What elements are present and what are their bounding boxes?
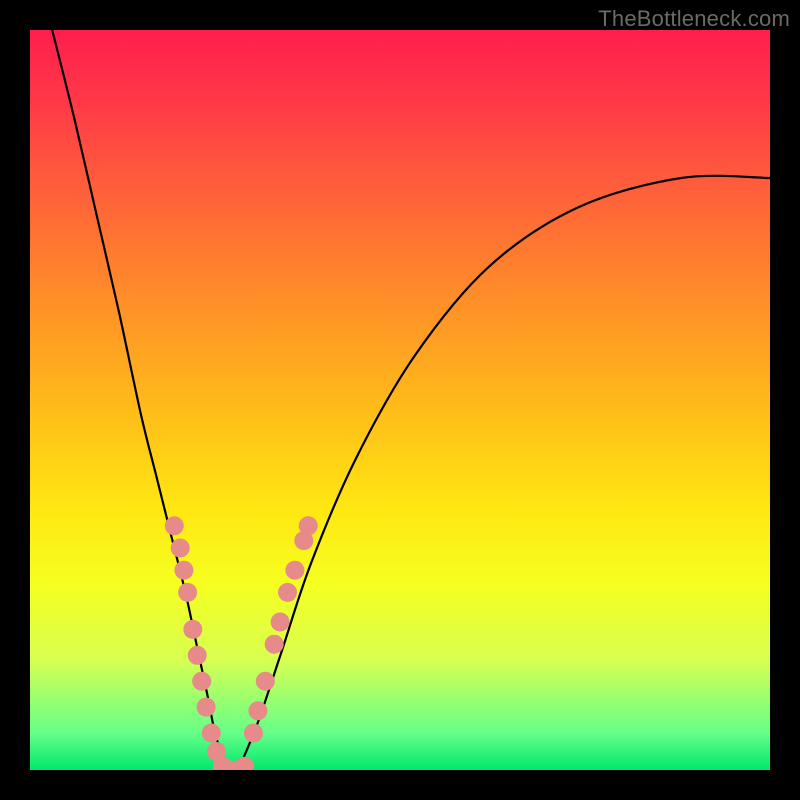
marker-dot (178, 583, 197, 602)
marker-dot (235, 757, 254, 770)
marker-dot (299, 516, 318, 535)
marker-dot (285, 561, 304, 580)
marker-dot (278, 583, 297, 602)
marker-dot (183, 620, 202, 639)
marker-dot (256, 672, 275, 691)
marker-dot (244, 724, 263, 743)
plot-area (30, 30, 770, 770)
marker-dot (202, 724, 221, 743)
marker-dot (197, 698, 216, 717)
chart-frame: TheBottleneck.com (0, 0, 800, 800)
marker-dot (248, 701, 267, 720)
bottleneck-curve (52, 30, 770, 770)
watermark-text: TheBottleneck.com (598, 6, 790, 32)
marker-dot (171, 539, 190, 558)
marker-dot (174, 561, 193, 580)
marker-dot (165, 516, 184, 535)
marker-dots (165, 516, 318, 770)
marker-dot (271, 613, 290, 632)
marker-dot (265, 635, 284, 654)
curve-svg (30, 30, 770, 770)
marker-dot (192, 672, 211, 691)
marker-dot (188, 646, 207, 665)
